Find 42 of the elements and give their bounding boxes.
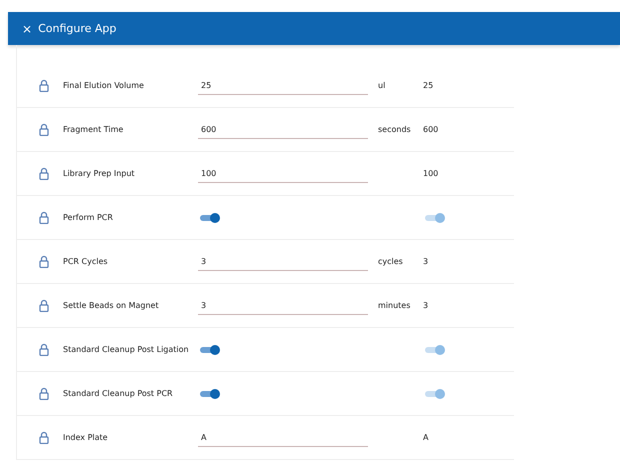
unit-label: ul xyxy=(378,81,386,90)
default-value: 25 xyxy=(423,81,434,90)
setting-label: Settle Beads on Magnet xyxy=(63,301,159,310)
default-value: 600 xyxy=(423,125,438,134)
unit-label: cycles xyxy=(378,257,403,266)
dialog-title: Configure App xyxy=(38,22,116,35)
toggle-switch[interactable] xyxy=(198,212,222,224)
setting-label: Index Plate xyxy=(63,433,108,442)
input-field[interactable]: 100 xyxy=(198,164,368,182)
setting-label: Library Prep Input xyxy=(63,169,135,178)
close-button[interactable]: × xyxy=(22,22,32,36)
default-value: A xyxy=(423,433,428,442)
toggle-switch[interactable] xyxy=(423,388,447,400)
lock-icon[interactable] xyxy=(39,167,49,180)
input-field[interactable]: A xyxy=(198,428,368,446)
lock-icon[interactable] xyxy=(39,431,49,444)
input-field[interactable]: 25 xyxy=(198,76,368,94)
toggle-switch[interactable] xyxy=(423,344,447,356)
unit-label: seconds xyxy=(378,125,411,134)
toggle-switch[interactable] xyxy=(423,212,447,224)
setting-label: Standard Cleanup Post Ligation xyxy=(63,345,189,354)
lock-icon[interactable] xyxy=(39,211,49,224)
toggle-switch[interactable] xyxy=(198,388,222,400)
setting-label: PCR Cycles xyxy=(63,257,108,266)
input-field[interactable]: 600 xyxy=(198,120,368,138)
setting-label: Fragment Time xyxy=(63,125,124,134)
lock-icon[interactable] xyxy=(39,79,49,92)
lock-icon[interactable] xyxy=(39,123,49,136)
toggle-switch[interactable] xyxy=(198,344,222,356)
default-value: 100 xyxy=(423,169,438,178)
unit-label: minutes xyxy=(378,301,410,310)
default-value: 3 xyxy=(423,301,428,310)
input-field[interactable]: 3 xyxy=(198,296,368,314)
lock-icon[interactable] xyxy=(39,299,49,312)
setting-label: Standard Cleanup Post PCR xyxy=(63,389,173,398)
lock-icon[interactable] xyxy=(39,387,49,400)
input-field[interactable]: 3 xyxy=(198,252,368,270)
lock-icon[interactable] xyxy=(39,343,49,356)
lock-icon[interactable] xyxy=(39,255,49,268)
setting-label: Perform PCR xyxy=(63,213,113,222)
setting-label: Final Elution Volume xyxy=(63,81,144,90)
default-value: 3 xyxy=(423,257,428,266)
